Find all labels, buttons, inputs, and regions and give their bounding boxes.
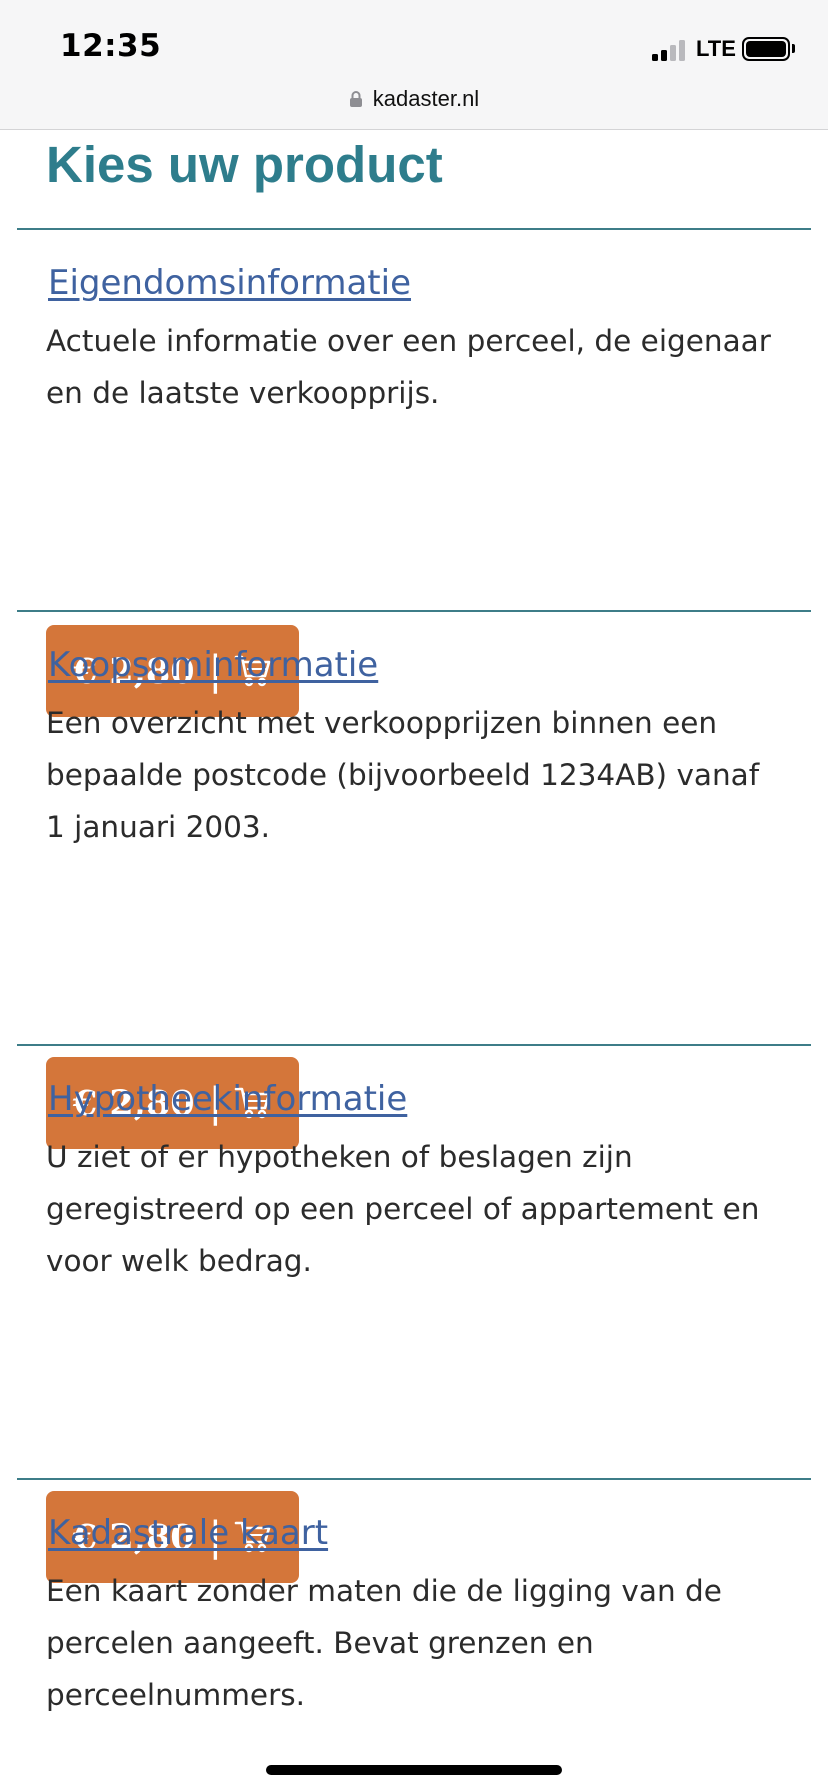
battery-tip bbox=[792, 44, 795, 53]
lock-icon bbox=[349, 88, 363, 114]
divider bbox=[17, 1478, 811, 1480]
product-title-link[interactable]: Kadastrale kaart bbox=[48, 1513, 328, 1553]
product-title-link[interactable]: Eigendomsinformatie bbox=[48, 263, 411, 303]
product-description: U ziet of er hypotheken of beslagen zijn… bbox=[46, 1140, 760, 1278]
battery-icon bbox=[742, 37, 790, 61]
product-title-link[interactable]: Koopsominformatie bbox=[48, 645, 378, 685]
home-indicator[interactable] bbox=[266, 1765, 562, 1775]
address-bar[interactable]: kadaster.nl bbox=[0, 86, 828, 114]
page-title: Kies uw product bbox=[46, 136, 443, 193]
product-description: Actuele informatie over een perceel, de … bbox=[46, 324, 771, 410]
status-bar: 12:35 LTE kadaster.nl bbox=[0, 0, 828, 130]
divider bbox=[17, 610, 811, 612]
divider bbox=[17, 1044, 811, 1046]
url-text: kadaster.nl bbox=[372, 86, 480, 111]
status-time: 12:35 bbox=[60, 28, 162, 64]
product-description: Een kaart zonder maten die de ligging va… bbox=[46, 1574, 722, 1712]
product-description: Een overzicht met verkoopprijzen binnen … bbox=[46, 706, 760, 844]
signal-strength-icon bbox=[652, 37, 692, 61]
product-title-link[interactable]: Hypotheekinformatie bbox=[48, 1079, 407, 1119]
divider bbox=[17, 228, 811, 230]
network-type: LTE bbox=[696, 36, 736, 61]
